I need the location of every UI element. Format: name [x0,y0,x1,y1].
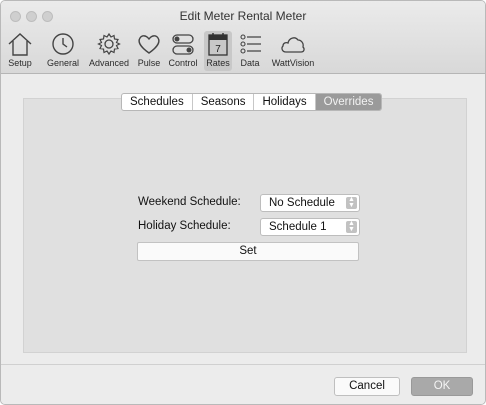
content-area: Schedules Seasons Holidays Overrides Wee… [1,74,485,404]
toolbar-item-control[interactable]: Control [165,31,201,71]
tab-bar: Schedules Seasons Holidays Overrides [121,93,383,111]
clock-icon [52,33,74,55]
window-title: Edit Meter Rental Meter [179,9,307,23]
holiday-schedule-select[interactable]: Schedule 1 ▲ ▼ [260,218,360,236]
gear-icon [97,32,121,56]
toolbar-item-advanced[interactable]: Advanced [86,31,132,71]
chevron-up-down-icon: ▲ ▼ [346,196,357,209]
cloud-icon [281,37,305,53]
overrides-panel [23,98,467,353]
title-bar: Edit Meter Rental Meter Setup General Ad… [1,1,485,74]
ok-button[interactable]: OK [411,377,473,396]
holiday-schedule-label: Holiday Schedule: [138,220,231,232]
tab-schedules[interactable]: Schedules [122,94,193,110]
tab-seasons[interactable]: Seasons [193,94,255,110]
list-icon [240,34,261,54]
tab-holidays[interactable]: Holidays [254,94,316,110]
chevron-up-down-icon: ▲ ▼ [346,220,357,233]
calendar-badge: 7 [215,44,221,55]
toolbar-item-general[interactable]: General [45,31,81,71]
toolbar-item-data[interactable]: Data [237,31,263,71]
calendar-icon: 7 [208,33,228,56]
toolbar-item-wattvision[interactable]: WattVision [266,31,320,71]
holiday-schedule-value: Schedule 1 [269,221,327,233]
divider [1,364,485,365]
weekend-schedule-select[interactable]: No Schedule ▲ ▼ [260,194,360,212]
toggle-switch-icon [172,34,194,55]
house-icon [8,33,32,56]
toolbar-item-rates[interactable]: 7 Rates [204,31,232,71]
toolbar-item-pulse[interactable]: Pulse [135,31,163,71]
set-button[interactable]: Set [137,242,359,261]
cancel-button[interactable]: Cancel [334,377,400,396]
heart-icon [138,35,160,54]
weekend-schedule-value: No Schedule [269,197,335,209]
edit-meter-window: Edit Meter Rental Meter Setup General Ad… [0,0,486,405]
toolbar-item-setup[interactable]: Setup [3,31,37,71]
tab-overrides[interactable]: Overrides [315,94,382,110]
weekend-schedule-label: Weekend Schedule: [138,196,241,208]
